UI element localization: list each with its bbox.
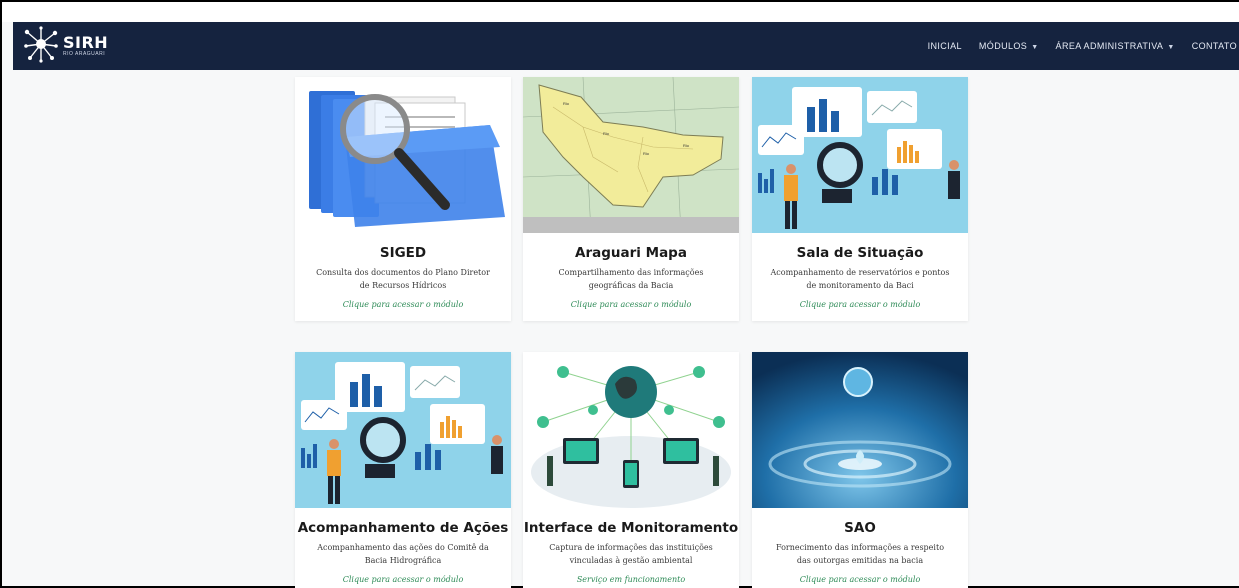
top-strip: [2, 2, 1239, 22]
svg-text:Rio: Rio: [603, 131, 610, 136]
nav-modulos-label: MÓDULOS: [978, 41, 1028, 51]
svg-text:Rio: Rio: [563, 101, 570, 106]
sirh-logo-icon: [21, 24, 61, 69]
card-description: Acompanhamento de reservatórios e pontos…: [770, 268, 950, 290]
card-title: Interface de Monitoramento: [523, 520, 739, 536]
card-description: Compartilhamento das informações geográf…: [558, 268, 704, 290]
nav-area-administrativa-label: ÁREA ADMINISTRATIVA: [1055, 41, 1164, 51]
card-title: SIGED: [379, 245, 427, 261]
card-link[interactable]: Clique para acessar o módulo: [752, 575, 968, 588]
nav-inicial-label: INICIAL: [927, 41, 962, 51]
card-description: Consulta dos documentos do Plano Diretor…: [316, 268, 490, 290]
nav-modulos[interactable]: MÓDULOS ▼: [979, 41, 1039, 51]
svg-text:Rio: Rio: [643, 151, 650, 156]
card-link[interactable]: Clique para acessar o módulo: [295, 300, 511, 321]
module-card-interface-de-monitoramento[interactable]: Interface de Monitoramento Captura de in…: [523, 352, 739, 588]
navbar: SIRH RIO ARAGUARI INICIAL MÓDULOS ▼ ÁREA …: [13, 22, 1239, 70]
nav-area-administrativa[interactable]: ÁREA ADMINISTRATIVA ▼: [1056, 41, 1175, 51]
documents-magnifier-image: [295, 77, 511, 233]
module-card-acompanhamento-de-acoes[interactable]: Acompanhamento de Ações Acompanhamento d…: [295, 352, 511, 588]
card-title: SAO: [844, 520, 876, 536]
basin-map-image: Rio Rio Rio Rio: [523, 77, 739, 233]
dashboard-analytics-image: [752, 77, 968, 233]
card-link[interactable]: Clique para acessar o módulo: [523, 300, 739, 321]
card-title: Araguari Mapa: [575, 245, 687, 261]
network-globe-image: [523, 352, 739, 508]
card-link[interactable]: Clique para acessar o módulo: [295, 575, 511, 588]
dashboard-analytics-image: [295, 352, 511, 508]
card-link[interactable]: Clique para acessar o módulo: [752, 300, 968, 321]
water-drop-image: [752, 352, 968, 508]
card-title: Sala de Situação: [796, 245, 924, 261]
chevron-down-icon: ▼: [1167, 44, 1175, 51]
svg-text:Rio: Rio: [683, 143, 690, 148]
brand-logo[interactable]: SIRH RIO ARAGUARI: [21, 24, 108, 69]
card-link[interactable]: Serviço em funcionamento: [523, 575, 739, 588]
module-card-araguari-mapa[interactable]: Rio Rio Rio Rio Araguari Mapa Compartilhame…: [523, 77, 739, 321]
brand-title: SIRH: [63, 32, 109, 52]
card-description: Captura de informações das instituições …: [549, 543, 713, 565]
module-card-sao[interactable]: SAO Fornecimento das informações a respe…: [752, 352, 968, 588]
module-card-siged[interactable]: SIGED Consulta dos documentos do Plano D…: [295, 77, 511, 321]
card-description: Fornecimento das informações a respeito …: [775, 543, 945, 565]
nav-inicial[interactable]: INICIAL: [928, 41, 962, 51]
chevron-down-icon: ▼: [1031, 44, 1039, 51]
brand-subtitle: RIO ARAGUARI: [63, 50, 106, 57]
nav-contato[interactable]: CONTATO: [1192, 41, 1237, 51]
main-nav: INICIAL MÓDULOS ▼ ÁREA ADMINISTRATIVA ▼ CO…: [911, 41, 1239, 51]
card-description: Acompanhamento das ações do Comitê da Ba…: [317, 543, 489, 565]
nav-contato-label: CONTATO: [1191, 41, 1237, 51]
card-title: Acompanhamento de Ações: [297, 520, 509, 536]
module-card-sala-de-situacao[interactable]: Sala de Situação Acompanhamento de reser…: [752, 77, 968, 321]
